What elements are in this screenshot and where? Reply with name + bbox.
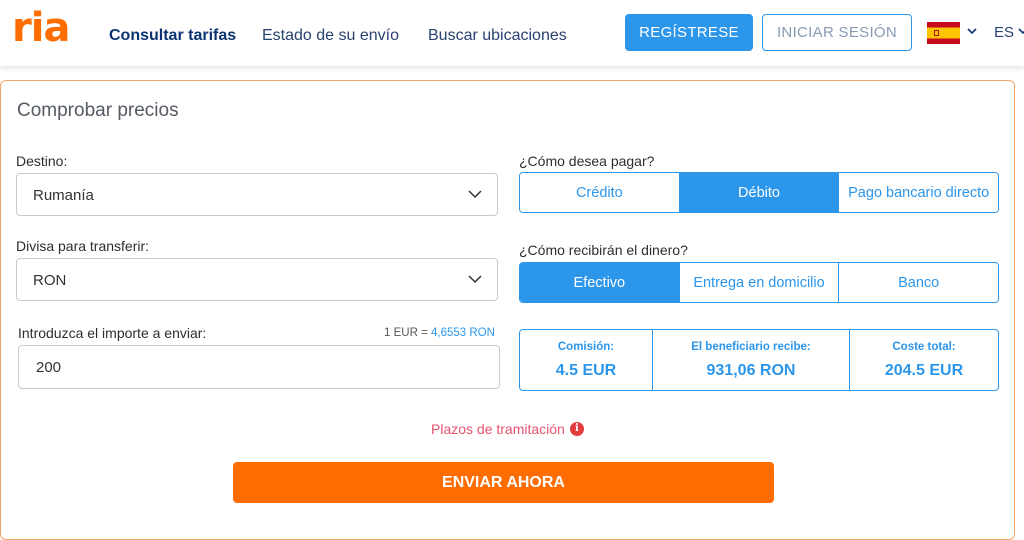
currency-value: RON xyxy=(33,272,67,289)
language-chevron-down-icon[interactable] xyxy=(1017,25,1024,40)
pay-method-segmented: Crédito Débito Pago bancario directo xyxy=(519,172,999,213)
summary-fee-label: Comisión: xyxy=(557,340,615,353)
top-navigation-bar: ria Consultar tarifas Estado de su envío… xyxy=(0,0,1024,66)
summary-total-value: 204.5 EUR xyxy=(884,361,964,379)
summary-fee: Comisión: 4.5 EUR xyxy=(520,330,653,390)
nav-consultar-tarifas[interactable]: Consultar tarifas xyxy=(109,27,236,45)
register-button[interactable]: REGÍSTRESE xyxy=(625,14,753,51)
amount-label: Introduzca el importe a enviar: xyxy=(18,325,207,341)
nav-estado-envio[interactable]: Estado de su envío xyxy=(262,27,399,45)
send-now-button[interactable]: ENVIAR AHORA xyxy=(233,462,774,503)
pay-method-label: ¿Cómo desea pagar? xyxy=(519,153,655,169)
info-icon[interactable]: i xyxy=(569,422,584,436)
summary-recipient-gets: El beneficiario recibe: 931,06 RON xyxy=(653,330,850,390)
currency-select[interactable]: RON xyxy=(16,258,498,301)
exchange-rate: 1 EUR = 4,6553 RON xyxy=(384,327,495,339)
summary-recipient-label: El beneficiario recibe: xyxy=(691,340,811,353)
destination-label: Destino: xyxy=(16,153,68,169)
language-chevron-down-icon[interactable] xyxy=(966,25,978,40)
pay-option-debito[interactable]: Débito xyxy=(679,173,840,212)
spain-flag-icon[interactable] xyxy=(927,22,960,44)
processing-times-link[interactable]: Plazos de tramitación i xyxy=(431,421,584,437)
summary-total-cost: Coste total: 204.5 EUR xyxy=(850,330,998,390)
nav-buscar-ubicaciones[interactable]: Buscar ubicaciones xyxy=(428,27,567,45)
receive-option-banco[interactable]: Banco xyxy=(839,263,998,302)
login-button[interactable]: INICIAR SESIÓN xyxy=(762,14,912,51)
ria-logo[interactable]: ria xyxy=(12,6,70,50)
amount-input[interactable] xyxy=(18,345,500,389)
receive-method-segmented: Efectivo Entrega en domicilio Banco xyxy=(519,262,999,303)
destination-select[interactable]: Rumanía xyxy=(16,173,498,216)
fee-summary: Comisión: 4.5 EUR El beneficiario recibe… xyxy=(519,329,999,391)
language-selector[interactable]: ES xyxy=(994,24,1014,41)
receive-option-efectivo[interactable]: Efectivo xyxy=(520,263,680,302)
pay-option-pago-bancario[interactable]: Pago bancario directo xyxy=(839,173,998,212)
processing-times-label: Plazos de tramitación xyxy=(431,421,565,437)
currency-label: Divisa para transferir: xyxy=(16,238,150,254)
receive-option-domicilio[interactable]: Entrega en domicilio xyxy=(679,263,840,302)
destination-value: Rumanía xyxy=(33,187,94,204)
summary-recipient-value: 931,06 RON xyxy=(706,361,796,379)
exchange-rate-value: 4,6553 RON xyxy=(430,327,495,339)
chevron-down-icon xyxy=(467,271,483,287)
exchange-rate-prefix: 1 EUR = xyxy=(384,327,431,339)
card-title: Comprobar precios xyxy=(17,100,179,121)
summary-total-label: Coste total: xyxy=(892,340,956,353)
receive-method-label: ¿Cómo recibirán el dinero? xyxy=(519,242,688,258)
summary-fee-value: 4.5 EUR xyxy=(555,361,617,379)
pay-option-credito[interactable]: Crédito xyxy=(520,173,680,212)
chevron-down-icon xyxy=(467,186,483,202)
